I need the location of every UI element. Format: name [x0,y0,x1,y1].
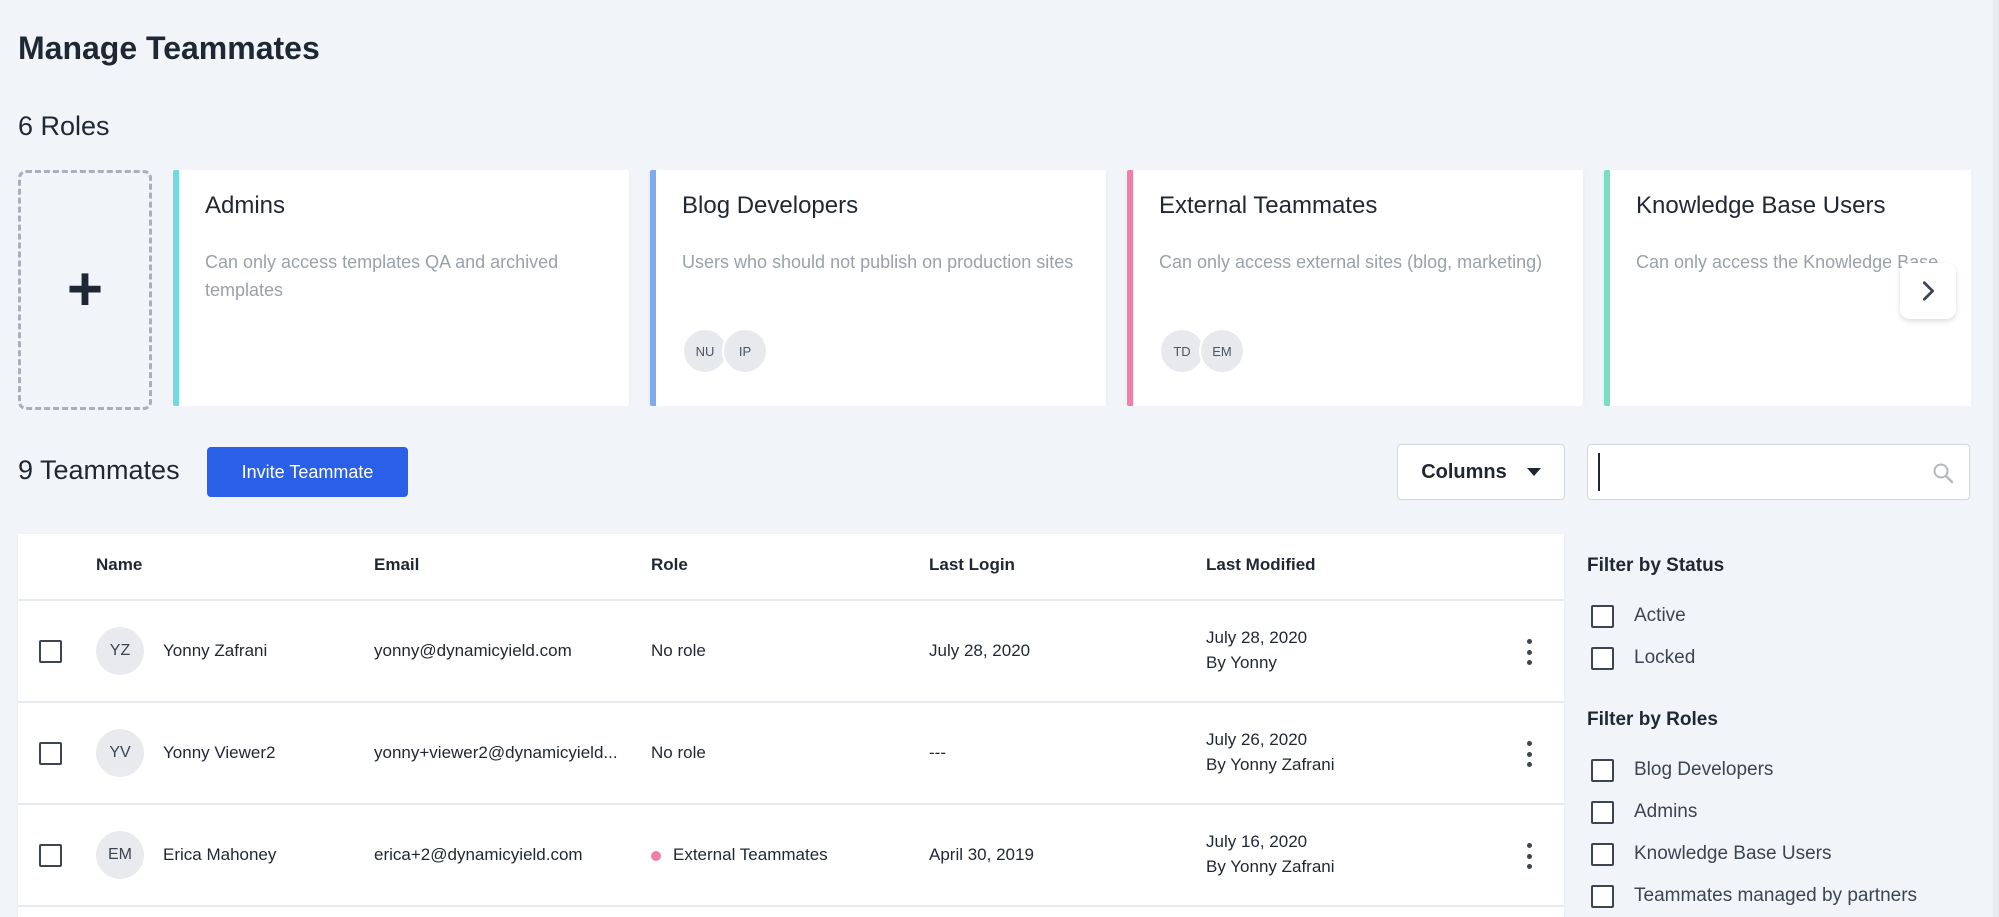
filter-option-blog-developers[interactable]: Blog Developers [1587,749,1967,791]
role-title: Blog Developers [682,192,859,219]
search-icon[interactable] [1931,461,1955,485]
teammate-role: External Teammates [673,845,828,864]
teammate-name: Yonny Viewer2 [163,743,276,762]
checkbox[interactable] [1591,800,1614,824]
row-checkbox[interactable] [39,742,62,765]
filter-by-status: Filter by Status Active Locked [1587,555,1967,679]
more-actions-icon[interactable] [1524,639,1534,665]
page-title: Manage Teammates [18,30,320,66]
column-header-name[interactable]: Name [96,555,142,575]
last-login: July 28, 2020 [929,641,1031,660]
more-actions-icon[interactable] [1524,843,1534,869]
teammates-table: Name Email Role Last Login Last Modified… [18,534,1564,917]
filters-panel: Filter by Status Active Locked Filter by… [1587,555,1967,917]
checkbox[interactable] [1591,842,1614,866]
search-input[interactable] [1598,453,1908,491]
filter-option-label: Admins [1634,801,1698,822]
add-role-button[interactable]: + [18,170,152,410]
teammate-role: No role [651,743,706,762]
role-members: NU IP [682,328,1080,374]
checkbox[interactable] [1591,604,1614,628]
checkbox[interactable] [1591,758,1614,782]
more-actions-icon[interactable] [1524,741,1534,767]
filter-option-label: Active [1634,605,1686,626]
avatar: YZ [96,627,144,675]
table-row[interactable]: YZ Yonny Zafrani yonny@dynamicyield.com … [18,601,1564,703]
role-description: Can only access external sites (blog, ma… [1159,252,1543,272]
filter-option-active[interactable]: Active [1587,595,1967,637]
teammate-email: erica+2@dynamicyield.com [374,845,583,864]
role-title: Knowledge Base Users [1636,192,1886,219]
teammate-email: yonny+viewer2@dynamicyield... [374,743,618,762]
last-login: April 30, 2019 [929,845,1034,864]
avatar: EM [96,831,144,879]
column-header-last-modified[interactable]: Last Modified [1206,555,1316,575]
role-title: Admins [205,192,286,219]
role-card-blog-developers[interactable]: Blog Developers Users who should not pub… [650,170,1106,406]
column-header-email[interactable]: Email [374,555,419,575]
teammate-name: Erica Mahoney [163,845,277,864]
checkbox[interactable] [1591,884,1614,908]
roles-heading: 6 Roles [18,111,110,141]
modified-date: July 28, 2020 [1206,628,1308,647]
teammate-email: yonny@dynamicyield.com [374,641,572,660]
role-members: TD EM [1159,328,1557,374]
filter-by-roles: Filter by Roles Blog Developers Admins K… [1587,709,1967,917]
table-header: Name Email Role Last Login Last Modified [18,534,1564,601]
row-checkbox[interactable] [39,640,62,663]
plus-icon: + [66,255,104,324]
search-box [1587,444,1970,500]
column-header-role[interactable]: Role [651,555,688,575]
role-color-dot [651,850,661,861]
caret-down-icon [1526,468,1541,476]
modified-by: By Yonny Zafrani [1206,857,1335,876]
avatar[interactable]: EM [1199,328,1245,374]
column-header-last-login[interactable]: Last Login [929,555,1015,575]
teammates-heading: 9 Teammates [18,455,180,485]
filter-option-teammates-managed-by-partners[interactable]: Teammates managed by partners [1587,875,1967,917]
filter-option-locked[interactable]: Locked [1587,637,1967,679]
columns-label: Columns [1421,460,1507,483]
role-title: External Teammates [1159,192,1378,219]
filter-option-label: Knowledge Base Users [1634,843,1832,864]
carousel-next-button[interactable] [1900,263,1956,319]
filter-option-label: Blog Developers [1634,759,1774,780]
role-card-admins[interactable]: Admins Can only access templates QA and … [173,170,629,406]
invite-teammate-button[interactable]: Invite Teammate [207,447,408,497]
role-description: Users who should not publish on producti… [682,252,1074,272]
filter-option-knowledge-base-users[interactable]: Knowledge Base Users [1587,833,1967,875]
row-checkbox[interactable] [39,844,62,867]
avatar: YV [96,729,144,777]
checkbox[interactable] [1591,646,1614,670]
chevron-right-icon [1922,281,1934,301]
role-description: Can only access templates QA and archive… [205,252,559,300]
filter-option-label: Teammates managed by partners [1634,885,1918,906]
teammate-name: Yonny Zafrani [163,641,268,660]
columns-dropdown[interactable]: Columns [1397,444,1565,500]
modified-date: July 26, 2020 [1206,730,1308,749]
avatar[interactable]: IP [722,328,768,374]
table-row[interactable]: EM Erica Mahoney erica+2@dynamicyield.co… [18,805,1564,907]
role-card-external-teammates[interactable]: External Teammates Can only access exter… [1127,170,1583,406]
page-scrollbar[interactable] [1993,0,1999,917]
last-login: --- [929,743,946,762]
roles-carousel: Admins Can only access templates QA and … [173,170,1971,406]
filter-option-admins[interactable]: Admins [1587,791,1967,833]
teammate-role-cell: External Teammates [651,845,828,865]
table-row[interactable]: YV Yonny Viewer2 yonny+viewer2@dynamicyi… [18,703,1564,805]
filter-status-title: Filter by Status [1587,555,1725,576]
filter-option-label: Locked [1634,647,1696,668]
teammate-role: No role [651,641,706,660]
modified-date: July 16, 2020 [1206,832,1308,851]
modified-by: By Yonny Zafrani [1206,755,1335,774]
filter-roles-title: Filter by Roles [1587,709,1718,730]
modified-by: By Yonny [1206,653,1277,672]
